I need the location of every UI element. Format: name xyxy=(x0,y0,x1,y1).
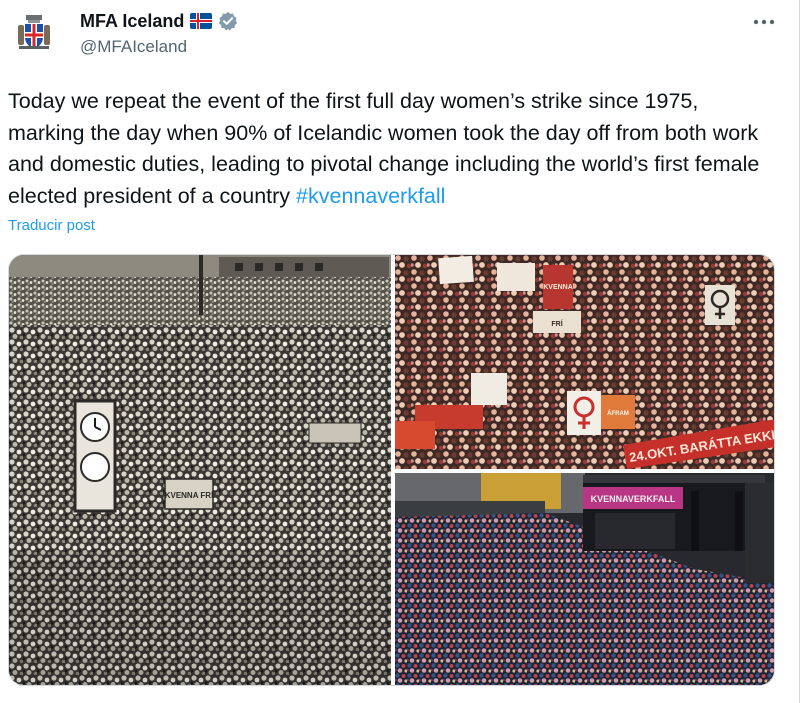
iceland-flag-icon xyxy=(190,13,213,29)
avatar[interactable] xyxy=(14,12,54,52)
photo-2-sign-text-1: KVENNA xyxy=(543,284,573,291)
photo-modern-rally[interactable]: KVENNAVERKFALL xyxy=(395,473,774,685)
photo-2-sign-text-3: ÁFRAM xyxy=(607,410,629,417)
photo-2-sign-text-2: FRÍ xyxy=(551,319,563,328)
more-options-icon xyxy=(753,19,775,25)
media-grid: KVENNA FRÍ KVENNA FRÍ ÁFRAM 24.OKT. BARÁ… xyxy=(8,254,775,686)
author-handle[interactable]: @MFAIceland xyxy=(80,37,187,57)
photo-1-sign-text: KVENNA FRÍ xyxy=(165,491,214,500)
photo-protest-signs[interactable]: KVENNA FRÍ ÁFRAM 24.OKT. BARÁTTA EKKI H xyxy=(395,255,774,469)
iceland-coat-of-arms-icon xyxy=(18,15,50,49)
verified-badge-icon xyxy=(219,11,238,31)
translate-post-link[interactable]: Traducir post xyxy=(8,217,95,234)
post-text: Today we repeat the event of the first f… xyxy=(8,86,778,212)
author-display-name[interactable]: MFA Iceland xyxy=(80,11,184,32)
hashtag-link[interactable]: #kvennaverkfall xyxy=(296,184,445,208)
tweet-card: MFA Iceland @MFAIceland Today we repeat … xyxy=(0,0,800,703)
photo-1975-crowd[interactable]: KVENNA FRÍ xyxy=(9,255,391,685)
more-options-button[interactable] xyxy=(752,12,776,32)
author-name-row: MFA Iceland xyxy=(80,9,238,33)
